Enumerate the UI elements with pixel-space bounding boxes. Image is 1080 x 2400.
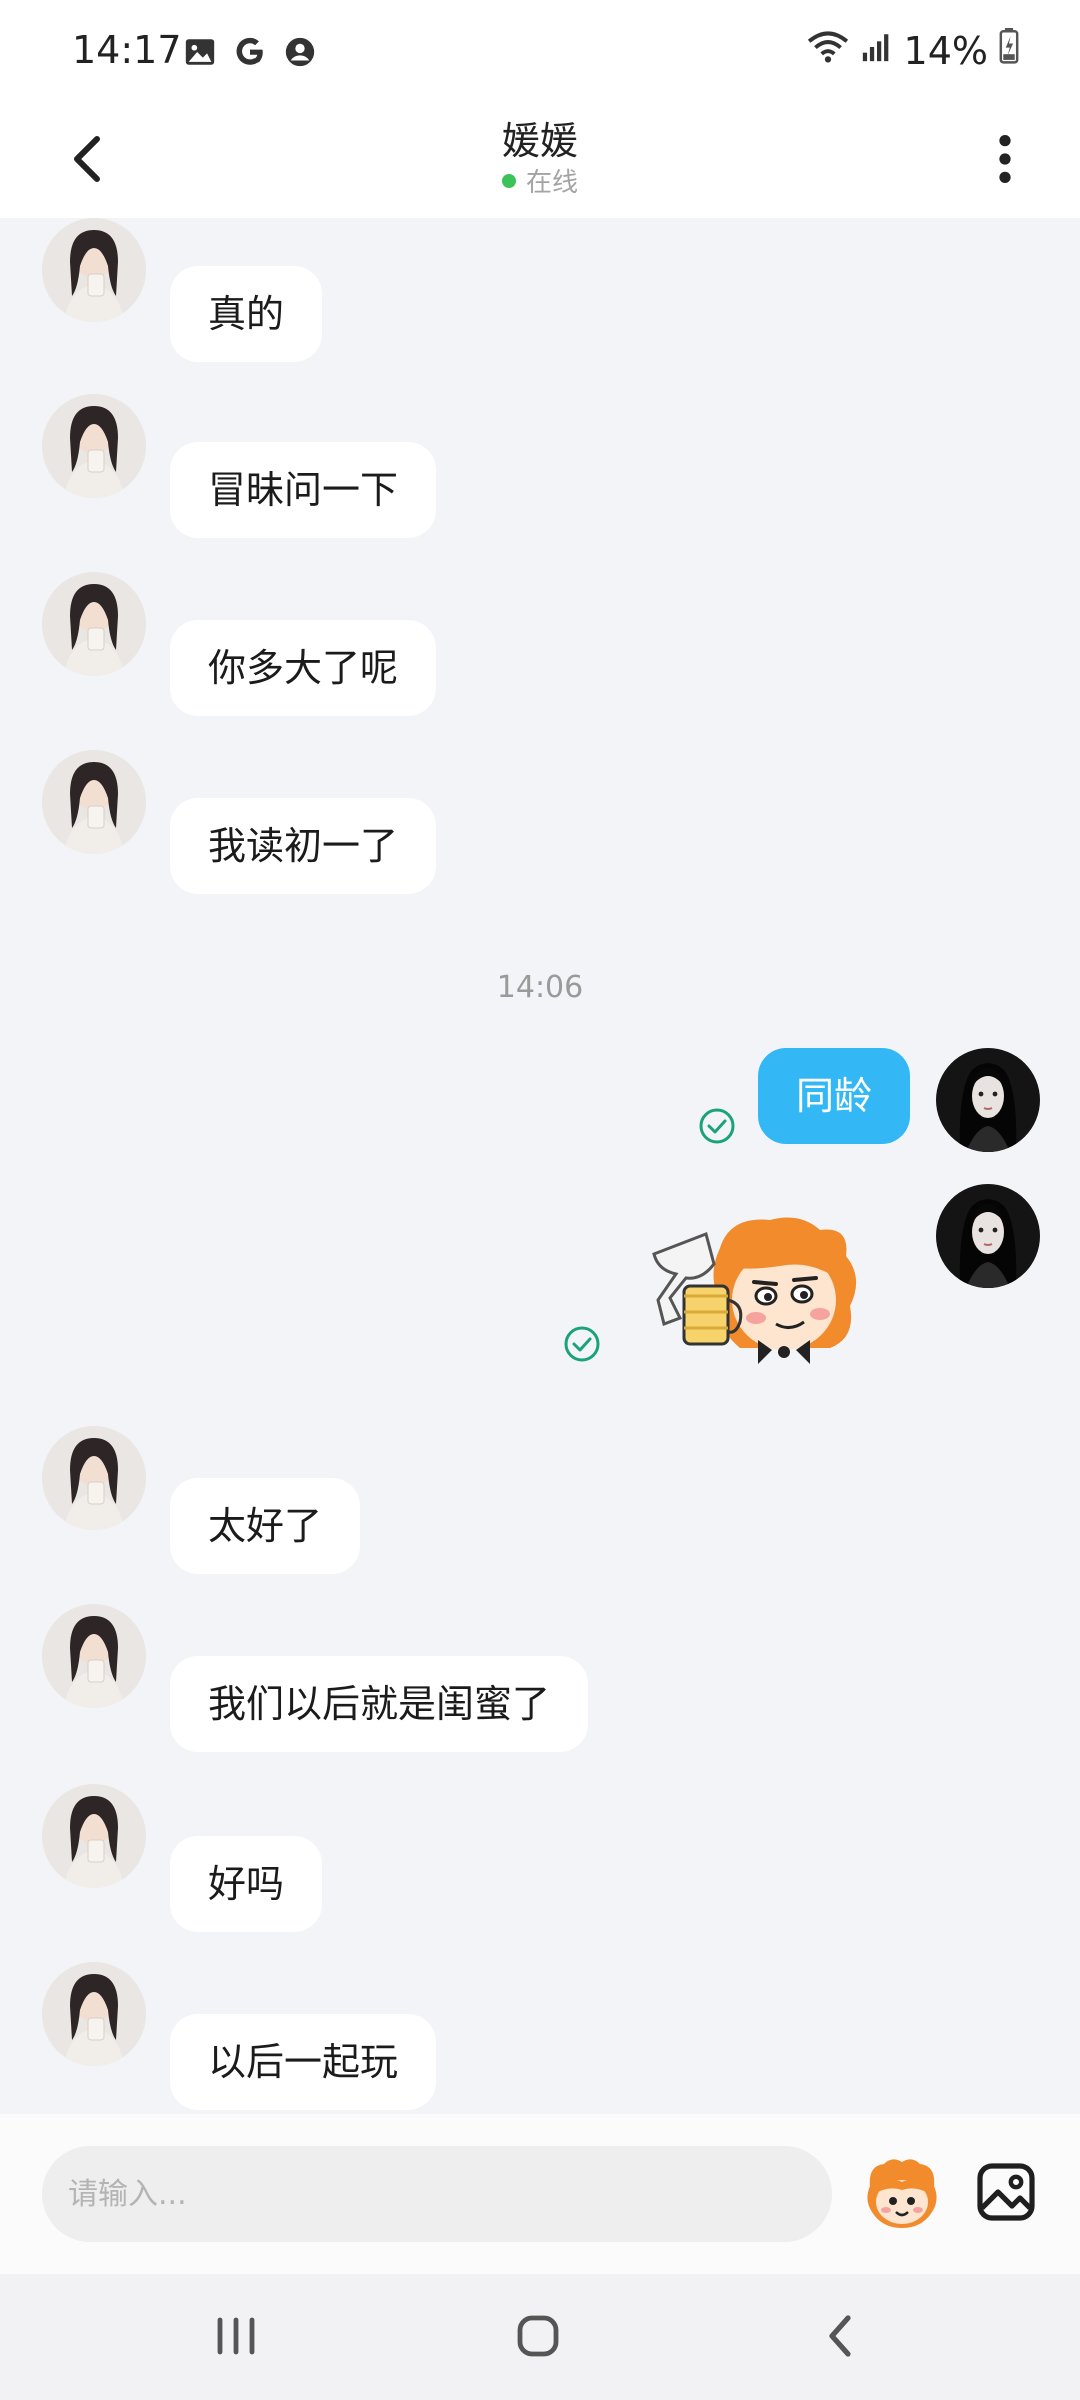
message-incoming: 我们以后就是闺蜜了 [0, 1604, 1080, 1754]
contact-avatar[interactable] [42, 218, 146, 322]
online-status-label: 在线 [525, 168, 578, 198]
system-navigation-bar [0, 2274, 1080, 2400]
contact-avatar[interactable] [42, 750, 146, 854]
composer-bar [0, 2114, 1080, 2274]
contact-avatar[interactable] [42, 572, 146, 676]
online-status: 在线 [0, 162, 1080, 199]
cartoon-toast-sticker[interactable] [650, 1208, 880, 1378]
status-bar: 14:17 14% [0, 0, 1080, 100]
battery-charging-icon [998, 28, 1020, 73]
message-bubble[interactable]: 我读初一了 [170, 798, 437, 894]
my-avatar[interactable] [936, 1048, 1040, 1152]
message-bubble[interactable]: 我们以后就是闺蜜了 [170, 1656, 589, 1752]
my-avatar[interactable] [936, 1184, 1040, 1288]
image-icon [977, 2163, 1035, 2221]
recent-apps-button[interactable] [196, 2304, 276, 2368]
message-bubble[interactable]: 好吗 [170, 1836, 323, 1932]
status-system-icons: 14% [806, 28, 1020, 73]
recent-apps-icon [217, 2317, 255, 2355]
status-time: 14:17 [72, 28, 182, 72]
message-outgoing: 同龄 [0, 1048, 1080, 1158]
home-icon [517, 2315, 559, 2357]
message-incoming: 冒昧问一下 [0, 394, 1080, 544]
signal-icon [860, 29, 894, 73]
message-incoming: 太好了 [0, 1426, 1080, 1576]
message-incoming: 你多大了呢 [0, 572, 1080, 722]
message-incoming: 真的 [0, 218, 1080, 368]
image-icon [182, 34, 218, 70]
contact-name: 媛媛 [501, 119, 578, 163]
more-vertical-icon [999, 134, 1011, 184]
chat-header: 媛媛 在线 [0, 100, 1080, 218]
sticker-button[interactable] [862, 2156, 942, 2232]
back-chevron-icon [829, 2315, 851, 2357]
battery-percent: 14% [903, 28, 988, 73]
read-check-icon [697, 1106, 737, 1146]
online-dot-icon [501, 173, 516, 188]
message-incoming: 以后一起玩 [0, 1962, 1080, 2112]
message-input[interactable] [42, 2146, 832, 2242]
message-bubble-outgoing[interactable]: 同龄 [757, 1048, 910, 1144]
message-timestamp: 14:06 [496, 970, 584, 1005]
message-incoming: 我读初一了 [0, 750, 1080, 900]
more-options-button[interactable] [980, 124, 1030, 194]
message-bubble[interactable]: 以后一起玩 [170, 2014, 437, 2110]
status-notification-icons [182, 34, 318, 70]
message-bubble[interactable]: 冒昧问一下 [170, 442, 437, 538]
read-check-icon [562, 1324, 602, 1364]
contact-avatar[interactable] [42, 1604, 146, 1708]
message-incoming: 好吗 [0, 1784, 1080, 1934]
message-bubble[interactable]: 太好了 [170, 1478, 361, 1574]
nav-back-button[interactable] [800, 2304, 880, 2368]
message-bubble[interactable]: 真的 [170, 266, 323, 362]
image-picker-button[interactable] [974, 2160, 1038, 2224]
message-list[interactable]: 真的 冒昧问一下 你多大了呢 我读初一了 14:06 同龄 太好了 我们以后就是… [0, 218, 1080, 2114]
contact-avatar[interactable] [42, 1784, 146, 1888]
contact-avatar[interactable] [42, 1962, 146, 2066]
contact-avatar[interactable] [42, 1426, 146, 1530]
home-button[interactable] [498, 2304, 578, 2368]
wifi-icon [806, 28, 850, 73]
message-outgoing-sticker [0, 1184, 1080, 1364]
account-icon [282, 34, 318, 70]
google-icon [232, 34, 268, 70]
sticker-face-icon [867, 2159, 937, 2228]
message-bubble[interactable]: 你多大了呢 [170, 620, 437, 716]
contact-avatar[interactable] [42, 394, 146, 498]
